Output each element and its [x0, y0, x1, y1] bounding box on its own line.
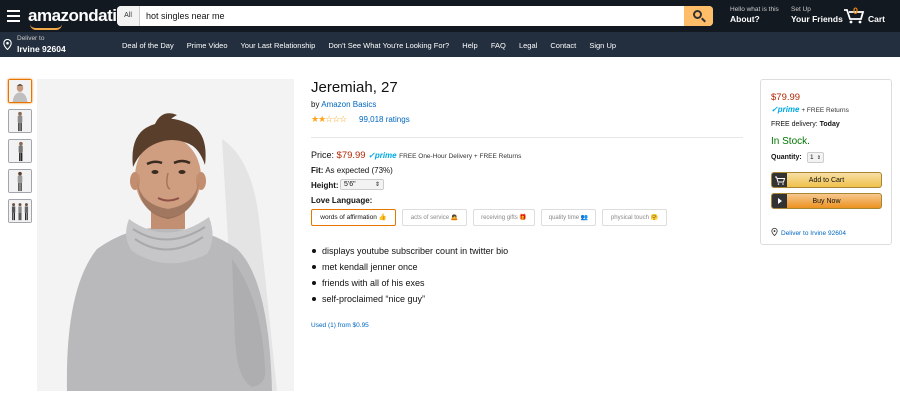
price-label: Price:	[311, 150, 335, 160]
product-byline: by Amazon Basics	[311, 100, 376, 109]
chevron-updown-icon: ⇕	[374, 182, 380, 188]
buybox-deliver-text: Deliver to Irvine 92604	[781, 230, 847, 237]
nav-prime-video[interactable]: Prime Video	[187, 41, 228, 50]
cart-label: Cart	[868, 14, 886, 24]
quantity-label: Quantity:	[771, 154, 802, 161]
star-rating-icon[interactable]: ★★☆☆☆	[311, 114, 347, 125]
chevron-updown-icon: ⇕	[816, 155, 821, 161]
nav-your-last-relationship[interactable]: Your Last Relationship	[240, 41, 315, 50]
price-value: $79.99	[336, 150, 366, 161]
thumbnail-1[interactable]	[8, 79, 32, 103]
top-bar: amazondating All Hello what is this Abou…	[0, 0, 900, 32]
about-small-text: Hello what is this	[730, 6, 779, 13]
feature-bullets: displays youtube subscriber count in twi…	[311, 245, 508, 309]
prime-badge-icon: ✓prime	[771, 105, 800, 114]
nav-faq[interactable]: FAQ	[491, 41, 506, 50]
search-bar: All	[117, 6, 713, 26]
thumbnail-5[interactable]	[8, 199, 32, 223]
quantity-select[interactable]: 1 ⇕	[807, 152, 824, 163]
nav-dont-see-what-youre-looking-for[interactable]: Don't See What You're Looking For?	[328, 41, 449, 50]
nav-legal[interactable]: Legal	[519, 41, 537, 50]
love-option-receiving-gifts[interactable]: receiving gifts 🎁	[473, 209, 535, 226]
deliver-location-text: Irvine 92604	[17, 44, 66, 54]
ratings-count-link[interactable]: 99,018 ratings	[359, 115, 410, 124]
menu-icon[interactable]	[7, 10, 20, 22]
used-offers-link[interactable]: Used (1) from $0.95	[311, 322, 369, 329]
buy-box: $79.99 ✓prime + FREE Returns FREE delive…	[760, 79, 892, 245]
nav-links: Deal of the Day Prime Video Your Last Re…	[122, 41, 627, 50]
thumbnail-side-pose-image	[9, 140, 31, 162]
price-row: Price: $79.99 ✓prime FREE One-Hour Deliv…	[311, 150, 521, 161]
thumbnail-group-image	[9, 200, 31, 222]
thumbnail-2[interactable]	[8, 109, 32, 133]
divider	[311, 137, 743, 138]
thumbnail-back-pose-image	[9, 170, 31, 192]
nav-contact[interactable]: Contact	[550, 41, 576, 50]
thumbnail-4[interactable]	[8, 169, 32, 193]
fit-label: Fit:	[311, 166, 324, 175]
friends-large-text: Your Friends	[791, 14, 843, 24]
location-pin-icon	[771, 228, 778, 236]
bullet-item: met kendall jenner once	[311, 261, 508, 277]
search-input[interactable]	[146, 6, 676, 26]
height-select[interactable]: 5'6" ⇕	[340, 179, 384, 190]
about-link[interactable]: Hello what is this About?	[730, 6, 779, 25]
search-button[interactable]	[684, 6, 713, 26]
add-to-cart-label: Add to Cart	[808, 177, 845, 184]
buy-now-label: Buy Now	[812, 198, 841, 205]
buybox-deliver-to-link[interactable]: Deliver to Irvine 92604	[771, 228, 846, 237]
deliver-small-text: Deliver to	[17, 35, 45, 42]
stock-status: In Stock.	[771, 136, 810, 147]
quantity-value: 1	[810, 154, 814, 161]
about-large-text: About?	[730, 14, 760, 24]
cart-button[interactable]: 0 Cart	[843, 5, 895, 27]
buy-now-button[interactable]: Buy Now	[771, 193, 882, 209]
height-select-value: 5'6"	[344, 181, 356, 188]
nav-bar: Deliver to Irvine 92604 Deal of the Day …	[0, 32, 900, 57]
buybox-prime-row: ✓prime + FREE Returns	[771, 105, 849, 114]
add-to-cart-button[interactable]: Add to Cart	[771, 172, 882, 188]
height-label: Height:	[311, 181, 339, 190]
deliver-to-location[interactable]: Deliver to Irvine 92604	[3, 35, 113, 55]
delivery-value: Today	[819, 121, 840, 128]
thumbnail-standing-image	[9, 110, 31, 132]
play-icon	[772, 194, 787, 208]
nav-sign-up[interactable]: Sign Up	[589, 41, 616, 50]
nav-help[interactable]: Help	[462, 41, 477, 50]
love-option-acts-of-service[interactable]: acts of service 🙇	[402, 209, 467, 226]
nav-deal-of-the-day[interactable]: Deal of the Day	[122, 41, 174, 50]
love-option-physical-touch[interactable]: physical touch 🤗	[602, 209, 667, 226]
fit-row: Fit: As expected (73%)	[311, 166, 393, 175]
buybox-delivery: FREE delivery: Today	[771, 121, 840, 128]
price-delivery-note: FREE One-Hour Delivery + FREE Returns	[399, 153, 522, 160]
location-pin-icon	[3, 39, 12, 50]
search-icon	[693, 10, 702, 19]
bullet-item: friends with all of his exes	[311, 277, 508, 293]
delivery-label: FREE delivery:	[771, 121, 818, 128]
main-product-image[interactable]	[37, 79, 294, 391]
cart-icon	[772, 173, 787, 187]
byline-prefix: by	[311, 100, 320, 109]
prime-badge-icon: ✓prime	[368, 151, 397, 160]
cart-count: 0	[853, 6, 859, 16]
love-option-quality-time[interactable]: quality time 👥	[541, 209, 596, 226]
love-language-label: Love Language:	[311, 196, 373, 205]
product-title: Jeremiah, 27	[311, 79, 398, 96]
buybox-prime-note: + FREE Returns	[801, 107, 849, 114]
fit-value: As expected (73%)	[325, 166, 393, 175]
man-in-grey-sweater-photo	[37, 79, 294, 391]
thumbnail-portrait-image	[9, 80, 31, 102]
buybox-price: $79.99	[771, 92, 801, 103]
bullet-item: self-proclaimed “nice guy”	[311, 293, 508, 309]
friends-small-text: Set Up	[791, 6, 811, 13]
smile-arrow-icon	[30, 24, 62, 30]
search-category-dropdown[interactable]: All	[117, 6, 140, 26]
friends-link[interactable]: Set Up Your Friends	[791, 6, 843, 25]
brand-link[interactable]: Amazon Basics	[321, 100, 376, 109]
love-option-words-of-affirmation[interactable]: words of affirmation 👍	[311, 209, 396, 226]
thumbnail-3[interactable]	[8, 139, 32, 163]
bullet-item: displays youtube subscriber count in twi…	[311, 245, 508, 261]
